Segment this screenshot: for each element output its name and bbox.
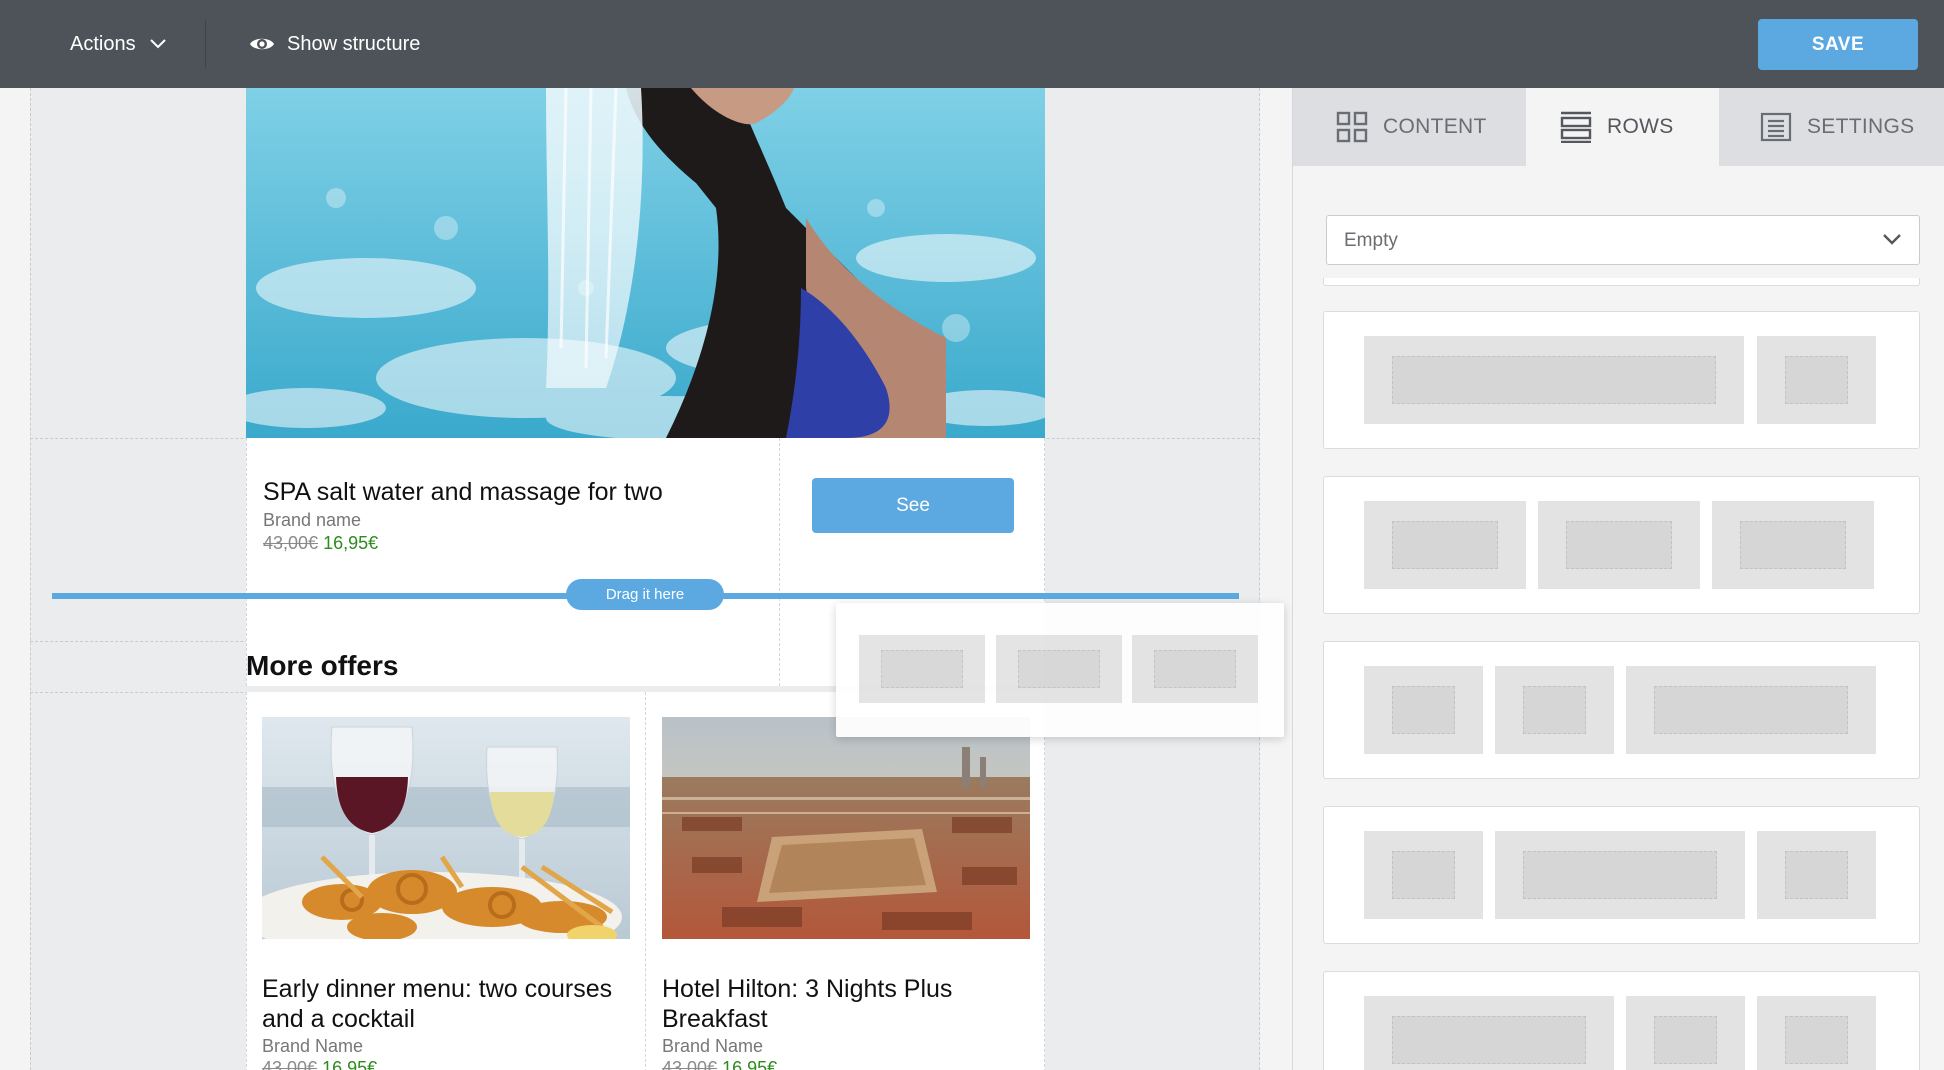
- side-panel: CONTENT ROWS SETTINGS Empty: [1292, 88, 1944, 1070]
- old-price: 43,00€: [262, 1058, 318, 1070]
- show-structure-label: Show structure: [287, 32, 421, 55]
- row-column: [1495, 666, 1614, 754]
- row-column: [1364, 831, 1483, 919]
- old-price: 43,00€: [662, 1058, 718, 1070]
- chevron-down-icon: [1883, 234, 1901, 245]
- tab-label: SETTINGS: [1807, 115, 1915, 138]
- dinner-image[interactable]: [262, 717, 630, 939]
- row-column: [1626, 666, 1876, 754]
- new-price: 16,95€: [323, 533, 379, 553]
- row-column: [1757, 831, 1876, 919]
- panel-tabs: CONTENT ROWS SETTINGS: [1293, 88, 1944, 166]
- row-template[interactable]: [1323, 476, 1920, 614]
- row-column: [1364, 666, 1483, 754]
- offer-prices: 43,00€ 16,95€: [262, 1058, 377, 1070]
- row-column: [996, 635, 1122, 703]
- row-template[interactable]: [1323, 278, 1920, 286]
- actions-menu[interactable]: Actions: [70, 30, 166, 58]
- see-button[interactable]: See: [812, 478, 1014, 533]
- column-divider: [645, 692, 646, 1070]
- row-column: [1364, 996, 1614, 1070]
- spa-hero-image[interactable]: [246, 88, 1045, 438]
- row-column: [1757, 996, 1876, 1070]
- actions-label: Actions: [70, 32, 136, 55]
- tab-content[interactable]: CONTENT: [1336, 88, 1487, 166]
- row-column: [1757, 336, 1876, 424]
- offer-brand: Brand Name: [262, 1036, 364, 1056]
- dragged-row-preview[interactable]: [836, 603, 1284, 737]
- tab-rows[interactable]: ROWS: [1526, 88, 1719, 166]
- row-type-select[interactable]: Empty: [1326, 215, 1920, 265]
- row-column: [1626, 996, 1745, 1070]
- tab-label: CONTENT: [1383, 115, 1487, 138]
- offer-brand: Brand Name: [662, 1036, 764, 1056]
- show-structure-toggle[interactable]: Show structure: [249, 30, 420, 58]
- editor-canvas: SPA salt water and massage for two Brand…: [0, 88, 1292, 1070]
- row-template[interactable]: [1323, 641, 1920, 779]
- row-column: [1538, 501, 1700, 589]
- new-price: 16,95€: [722, 1058, 778, 1070]
- offer-title: Hotel Hilton: 3 Nights Plus Breakfast: [662, 975, 953, 1033]
- tab-label: ROWS: [1607, 115, 1674, 138]
- product-brand: Brand name: [263, 510, 362, 530]
- row-column: [1364, 501, 1526, 589]
- product-prices: 43,00€ 16,95€: [263, 533, 378, 554]
- select-value: Empty: [1344, 230, 1398, 251]
- tab-settings[interactable]: SETTINGS: [1760, 88, 1914, 166]
- chevron-down-icon: [149, 39, 166, 49]
- offer-title: Early dinner menu: two courses and a coc…: [262, 975, 613, 1033]
- top-toolbar: Actions Show structure SAVE: [0, 0, 1944, 88]
- row-templates-list: [1293, 278, 1944, 1070]
- drag-here-label: Drag it here: [566, 579, 724, 610]
- offers-row[interactable]: Early dinner menu: two courses and a coc…: [246, 692, 1045, 1070]
- city-image[interactable]: [662, 717, 1030, 939]
- section-heading: More offers: [246, 650, 399, 681]
- settings-list-icon: [1760, 112, 1792, 142]
- old-price: 43,00€: [263, 533, 319, 553]
- eye-icon: [250, 38, 274, 50]
- row-column: [859, 635, 985, 703]
- row-column: [1712, 501, 1874, 589]
- grid-icon: [1336, 111, 1368, 143]
- offer-prices: 43,00€ 16,95€: [662, 1058, 777, 1070]
- row-column: [1132, 635, 1258, 703]
- row-template[interactable]: [1323, 971, 1920, 1070]
- row-template[interactable]: [1323, 311, 1920, 449]
- save-button[interactable]: SAVE: [1758, 19, 1918, 70]
- row-column: [1495, 831, 1745, 919]
- rows-icon: [1560, 111, 1592, 143]
- row-column: [1364, 336, 1744, 424]
- new-price: 16,95€: [322, 1058, 378, 1070]
- product-title: SPA salt water and massage for two: [263, 478, 663, 506]
- column-divider: [779, 438, 780, 686]
- toolbar-divider: [205, 20, 206, 68]
- row-template[interactable]: [1323, 806, 1920, 944]
